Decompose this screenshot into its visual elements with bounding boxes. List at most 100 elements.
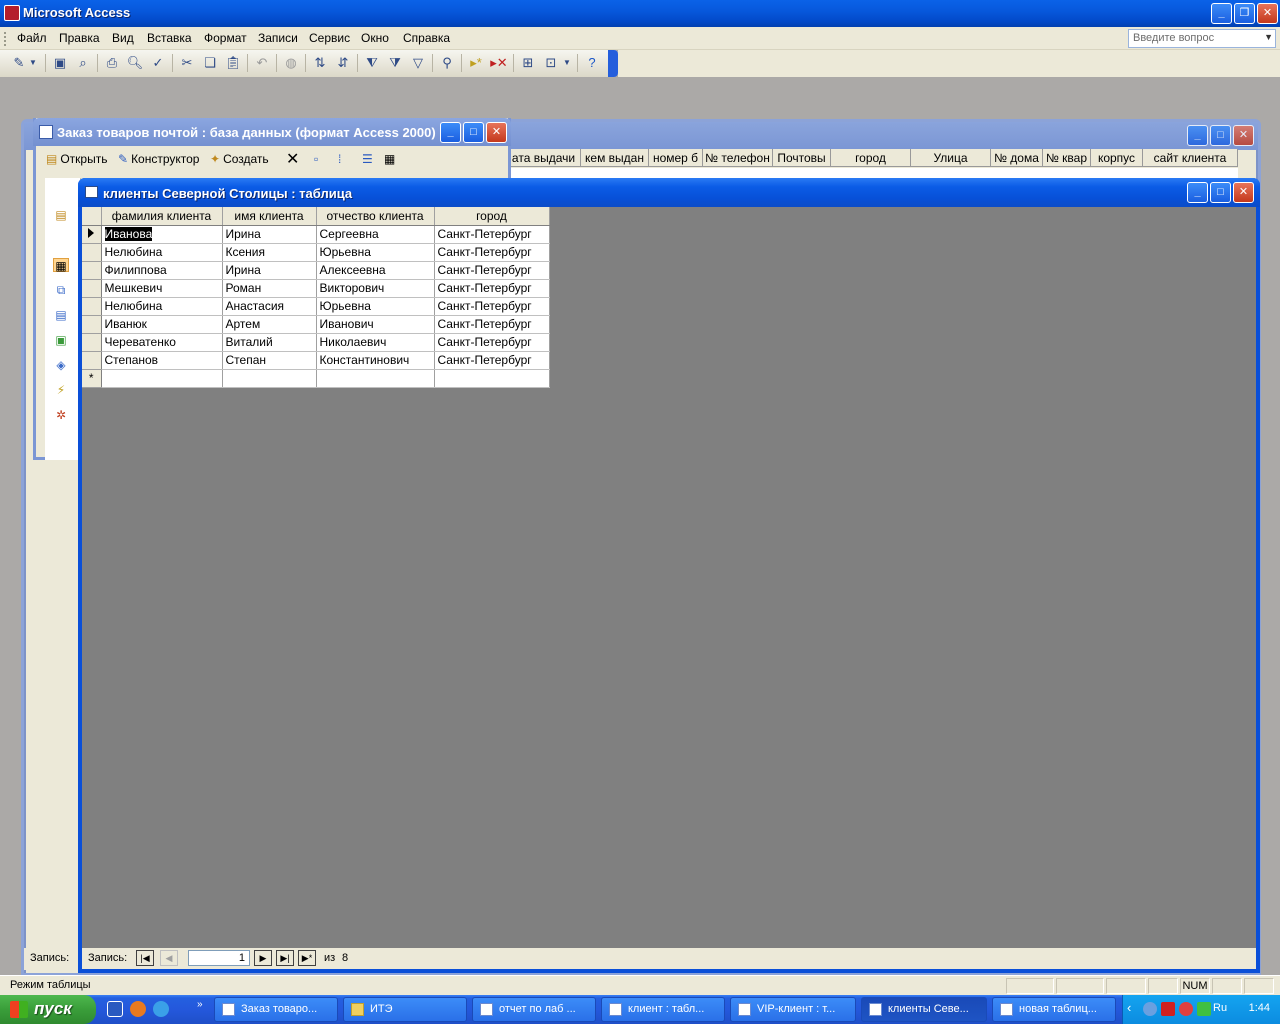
help-search-input[interactable]: Введите вопрос ▼ xyxy=(1128,29,1276,48)
taskbar-button-word[interactable]: отчет по лаб ... xyxy=(472,997,596,1022)
minimize-button[interactable]: _ xyxy=(440,122,461,143)
table-row[interactable]: Иванюк Артем Иванович Санкт-Петербург xyxy=(82,315,550,334)
table-row[interactable]: Филиппова Ирина Алексеевна Санкт-Петербург xyxy=(82,261,550,280)
minimize-button[interactable]: _ xyxy=(1187,182,1208,203)
delete-record-icon[interactable]: ▸✕ xyxy=(490,54,508,72)
column-header-patronymic[interactable]: отчество клиента xyxy=(316,207,435,226)
record-selector[interactable] xyxy=(82,333,102,352)
menu-view[interactable]: Вид xyxy=(112,31,134,45)
menu-file[interactable]: Файл xyxy=(17,31,47,45)
table-cell[interactable] xyxy=(101,369,223,388)
table-cell[interactable]: Санкт-Петербург xyxy=(434,333,550,352)
delete-icon[interactable]: ✕ xyxy=(286,149,299,169)
table-cell[interactable]: Санкт-Петербург xyxy=(434,261,550,280)
table-row[interactable]: Череватенко Виталий Николаевич Санкт-Петерб… xyxy=(82,333,550,352)
groups-icon[interactable]: ▤ xyxy=(53,208,69,222)
table-cell[interactable]: Иванова xyxy=(101,225,223,244)
find-icon[interactable]: ⚲ xyxy=(438,54,456,72)
clock[interactable]: 1:44 xyxy=(1249,1002,1270,1014)
close-button[interactable]: ✕ xyxy=(1257,3,1278,24)
table-cell[interactable] xyxy=(434,369,550,388)
print-icon[interactable]: ⎙ xyxy=(103,54,121,72)
column-header[interactable]: ата выдачи xyxy=(507,149,581,167)
print-preview-icon[interactable]: 🔍︎ xyxy=(126,54,144,72)
table-cell[interactable]: Анастасия xyxy=(222,297,317,316)
column-header[interactable]: № телефон xyxy=(703,149,773,167)
apply-filter-icon[interactable]: ▽ xyxy=(409,54,427,72)
open-button[interactable]: ▤ Открыть xyxy=(46,152,107,166)
chevron-down-icon[interactable]: ▼ xyxy=(562,54,572,72)
table-cell[interactable]: Ирина xyxy=(222,225,317,244)
table-cell[interactable]: Константинович xyxy=(316,351,435,370)
chevron-down-icon[interactable]: ▼ xyxy=(1264,32,1273,42)
table-cell[interactable]: Иванюк xyxy=(101,315,223,334)
table-cell[interactable]: Санкт-Петербург xyxy=(434,243,550,262)
table-window-titlebar[interactable]: клиенты Северной Столицы : таблица _ □ ✕ xyxy=(78,178,1260,207)
undo-icon[interactable]: ↶ xyxy=(253,54,271,72)
small-icons-icon[interactable]: ⁞ xyxy=(338,152,341,166)
record-selector[interactable] xyxy=(82,297,102,316)
hyperlink-icon[interactable]: ◍ xyxy=(282,54,300,72)
table-cell[interactable]: Степанов xyxy=(101,351,223,370)
table-cell[interactable]: Нелюбина xyxy=(101,243,223,262)
file-search-icon[interactable]: ⌕ xyxy=(74,54,92,72)
macros-icon[interactable]: ⚡︎ xyxy=(53,383,69,397)
table-cell[interactable]: Юрьевна xyxy=(316,243,435,262)
paste-icon[interactable]: 📋︎ xyxy=(224,54,242,72)
close-button[interactable]: ✕ xyxy=(1233,125,1254,146)
menu-grip[interactable] xyxy=(4,32,6,46)
first-record-button[interactable]: |◀ xyxy=(136,950,154,966)
table-cell[interactable]: Степан xyxy=(222,351,317,370)
menu-records[interactable]: Записи xyxy=(258,31,298,45)
filter-by-form-icon[interactable]: ⧩ xyxy=(386,54,404,72)
table-cell[interactable]: Иванович xyxy=(316,315,435,334)
record-selector[interactable] xyxy=(82,261,102,280)
record-selector[interactable] xyxy=(82,243,102,262)
column-header[interactable]: номер б xyxy=(649,149,703,167)
taskbar-button-vip[interactable]: VIP-клиент : т... xyxy=(730,997,856,1022)
table-cell[interactable]: Мешкевич xyxy=(101,279,223,298)
list-icon[interactable]: ☰ xyxy=(362,152,373,166)
record-selector[interactable] xyxy=(82,351,102,370)
table-cell[interactable]: Виталий xyxy=(222,333,317,352)
table-row[interactable]: Нелюбина Анастасия Юрьевна Санкт-Петербург xyxy=(82,297,550,316)
table-cell[interactable]: Ксения xyxy=(222,243,317,262)
table-row[interactable]: Мешкевич Роман Викторович Санкт-Петербург xyxy=(82,279,550,298)
antivirus-icon[interactable] xyxy=(1161,1002,1175,1016)
table-cell[interactable]: Санкт-Петербург xyxy=(434,351,550,370)
table-cell[interactable]: Санкт-Петербург xyxy=(434,297,550,316)
record-selector[interactable] xyxy=(82,225,102,244)
table-cell[interactable]: Алексеевна xyxy=(316,261,435,280)
tables-icon[interactable]: ▦ xyxy=(53,258,69,273)
table-cell[interactable]: Санкт-Петербург xyxy=(434,315,550,334)
details-icon[interactable]: ▦ xyxy=(384,152,395,166)
firefox-icon[interactable] xyxy=(130,1001,146,1017)
maximize-button[interactable]: □ xyxy=(1210,182,1231,203)
new-record-row[interactable]: * xyxy=(82,369,550,388)
copy-icon[interactable]: ❏ xyxy=(201,54,219,72)
maximize-button[interactable]: □ xyxy=(463,122,484,143)
language-indicator[interactable]: Ru xyxy=(1213,1002,1227,1014)
table-cell[interactable]: Филиппова xyxy=(101,261,223,280)
table-cell[interactable]: Юрьевна xyxy=(316,297,435,316)
minimize-button[interactable]: _ xyxy=(1211,3,1232,24)
table-cell[interactable] xyxy=(316,369,435,388)
column-header[interactable]: город xyxy=(831,149,911,167)
table-cell[interactable] xyxy=(222,369,317,388)
new-object-icon[interactable]: ⊡ xyxy=(542,54,560,72)
previous-record-button[interactable]: ◀ xyxy=(160,950,178,966)
filter-by-selection-icon[interactable]: ⧨ xyxy=(363,54,381,72)
column-header-name[interactable]: имя клиента xyxy=(222,207,317,226)
column-header[interactable]: Улица xyxy=(911,149,991,167)
spelling-icon[interactable]: ✓ xyxy=(149,54,167,72)
sort-descending-icon[interactable]: ⇵ xyxy=(334,54,352,72)
close-button[interactable]: ✕ xyxy=(1233,182,1254,203)
minimize-button[interactable]: _ xyxy=(1187,125,1208,146)
table-cell[interactable]: Череватенко xyxy=(101,333,223,352)
save-icon[interactable]: ▣ xyxy=(51,54,69,72)
table-row[interactable]: Нелюбина Ксения Юрьевна Санкт-Петербург xyxy=(82,243,550,262)
taskbar-button-folder[interactable]: ИТЭ xyxy=(343,997,467,1022)
view-icon[interactable]: ✎ xyxy=(10,54,28,72)
table-cell[interactable]: Санкт-Петербург xyxy=(434,279,550,298)
new-record-button[interactable]: ▶* xyxy=(298,950,316,966)
